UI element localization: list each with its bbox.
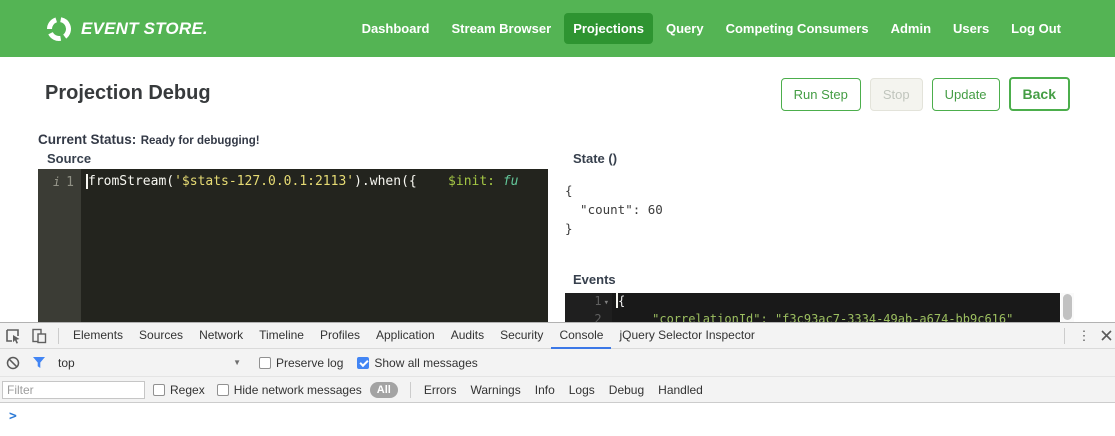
console-filter-bar: Regex Hide network messages All Errors W…: [0, 377, 1115, 403]
page-title: Projection Debug: [45, 82, 211, 105]
execution-context-selector[interactable]: top ▼: [58, 356, 241, 370]
level-filter-logs[interactable]: Logs: [569, 383, 595, 397]
level-filter-warnings[interactable]: Warnings: [470, 383, 520, 397]
current-status: Current Status: Ready for debugging!: [38, 131, 260, 149]
events-code-editor[interactable]: 1▾ { 2▾ "correlationId": "f3c93ac7-3334-…: [565, 293, 1060, 322]
hide-network-toggle[interactable]: Hide network messages: [217, 383, 362, 397]
events-line-number: 1: [594, 294, 601, 308]
stop-button: Stop: [870, 78, 923, 111]
events-line-1: 1▾ {: [565, 293, 1060, 311]
inspect-element-icon[interactable]: [0, 324, 26, 348]
events-gutter-2: 2▾: [565, 311, 612, 322]
brand-text: EVENT STORE.: [81, 19, 208, 39]
nav-item-admin[interactable]: Admin: [882, 13, 940, 44]
filter-icon[interactable]: [26, 351, 52, 375]
tab-jquery-selector-inspector[interactable]: jQuery Selector Inspector: [611, 323, 762, 349]
console-toolbar: top ▼ Preserve log Show all messages: [0, 349, 1115, 377]
tab-timeline[interactable]: Timeline: [251, 323, 312, 349]
code-token: ).when({: [354, 174, 417, 189]
chevron-down-icon: ▼: [233, 358, 241, 367]
level-filter-debug[interactable]: Debug: [609, 383, 644, 397]
eventstore-logo-icon: [45, 15, 73, 43]
code-token: fromStream(: [88, 174, 174, 189]
gutter-line-number: 1: [66, 175, 74, 190]
nav-items: Dashboard Stream Browser Projections Que…: [353, 13, 1070, 44]
nav-item-projections[interactable]: Projections: [564, 13, 653, 44]
regex-checkbox[interactable]: [153, 384, 165, 396]
tab-application[interactable]: Application: [368, 323, 443, 349]
code-token-string: '$stats-127.0.0.1:2113': [174, 174, 354, 189]
tab-security[interactable]: Security: [492, 323, 551, 349]
context-selector-value: top: [58, 356, 75, 370]
state-json: { "count": 60 }: [565, 181, 663, 238]
nav-item-query[interactable]: Query: [657, 13, 713, 44]
header-buttons: Run Step Stop Update Back: [781, 77, 1070, 111]
events-scrollbar-thumb[interactable]: [1063, 294, 1072, 320]
source-code-line: fromStream('$stats-127.0.0.1:2113').when…: [81, 169, 519, 323]
level-filter-all[interactable]: All: [370, 382, 398, 398]
tab-network[interactable]: Network: [191, 323, 251, 349]
gutter-info-annotation: i: [53, 175, 60, 189]
state-heading: State (): [573, 151, 617, 166]
devtools-window-controls: ⋮: [1058, 324, 1115, 348]
tab-elements[interactable]: Elements: [65, 323, 131, 349]
source-heading: Source: [47, 151, 91, 166]
nav-item-stream-browser[interactable]: Stream Browser: [442, 13, 560, 44]
nav-item-logout[interactable]: Log Out: [1002, 13, 1070, 44]
status-value: Ready for debugging!: [141, 135, 260, 147]
code-token-keyword: fu: [495, 174, 518, 189]
console-output[interactable]: >: [0, 403, 1115, 436]
back-button[interactable]: Back: [1009, 77, 1070, 111]
preserve-log-label[interactable]: Preserve log: [276, 356, 343, 370]
code-token-key: $init:: [448, 174, 495, 189]
hide-network-label[interactable]: Hide network messages: [234, 383, 362, 397]
preserve-log-toggle[interactable]: Preserve log: [259, 356, 343, 370]
tab-audits[interactable]: Audits: [443, 323, 492, 349]
events-heading: Events: [573, 272, 616, 287]
divider: [1064, 328, 1065, 344]
screen: EVENT STORE. Dashboard Stream Browser Pr…: [0, 0, 1115, 436]
events-scrollbar[interactable]: [1061, 293, 1074, 322]
events-code: {: [612, 293, 625, 311]
status-label: Current Status:: [38, 132, 136, 147]
nav-item-dashboard[interactable]: Dashboard: [353, 13, 439, 44]
kebab-menu-icon[interactable]: ⋮: [1071, 324, 1097, 348]
device-toolbar-icon[interactable]: [26, 324, 52, 348]
events-line-number: 2: [594, 312, 601, 322]
level-filter-errors[interactable]: Errors: [424, 383, 457, 397]
tab-console[interactable]: Console: [551, 323, 611, 349]
brand[interactable]: EVENT STORE.: [45, 15, 208, 43]
preserve-log-checkbox[interactable]: [259, 357, 271, 369]
events-line-2: 2▾ "correlationId": "f3c93ac7-3334-49ab-…: [565, 311, 1060, 322]
devtools-tabbar: Elements Sources Network Timeline Profil…: [0, 323, 1115, 349]
show-all-messages-label[interactable]: Show all messages: [374, 356, 477, 370]
source-editor-gutter: i1: [38, 169, 81, 323]
console-prompt-chevron[interactable]: >: [9, 409, 17, 424]
nav-item-users[interactable]: Users: [944, 13, 998, 44]
level-filter-info[interactable]: Info: [535, 383, 555, 397]
code-token: [417, 174, 448, 189]
top-navbar: EVENT STORE. Dashboard Stream Browser Pr…: [0, 0, 1115, 57]
fold-arrow-icon[interactable]: ▾: [604, 298, 609, 308]
show-all-messages-checkbox[interactable]: [357, 357, 369, 369]
devtools-panel: Elements Sources Network Timeline Profil…: [0, 322, 1115, 436]
divider: [410, 382, 411, 398]
update-button[interactable]: Update: [932, 78, 1000, 111]
close-devtools-icon[interactable]: [1097, 324, 1115, 348]
regex-toggle[interactable]: Regex: [153, 383, 205, 397]
run-step-button[interactable]: Run Step: [781, 78, 861, 111]
divider: [58, 328, 59, 344]
tab-sources[interactable]: Sources: [131, 323, 191, 349]
tab-profiles[interactable]: Profiles: [312, 323, 368, 349]
events-code-json: "correlationId": "f3c93ac7-3334-49ab-a67…: [612, 311, 1013, 322]
nav-item-competing-consumers[interactable]: Competing Consumers: [717, 13, 878, 44]
events-gutter-1[interactable]: 1▾: [565, 293, 612, 311]
clear-console-icon[interactable]: [0, 351, 26, 375]
show-all-messages-toggle[interactable]: Show all messages: [357, 356, 477, 370]
hide-network-checkbox[interactable]: [217, 384, 229, 396]
filter-input[interactable]: [2, 381, 145, 399]
level-filter-handled[interactable]: Handled: [658, 383, 703, 397]
source-code-editor[interactable]: i1 fromStream('$stats-127.0.0.1:2113').w…: [38, 169, 548, 323]
regex-label[interactable]: Regex: [170, 383, 205, 397]
